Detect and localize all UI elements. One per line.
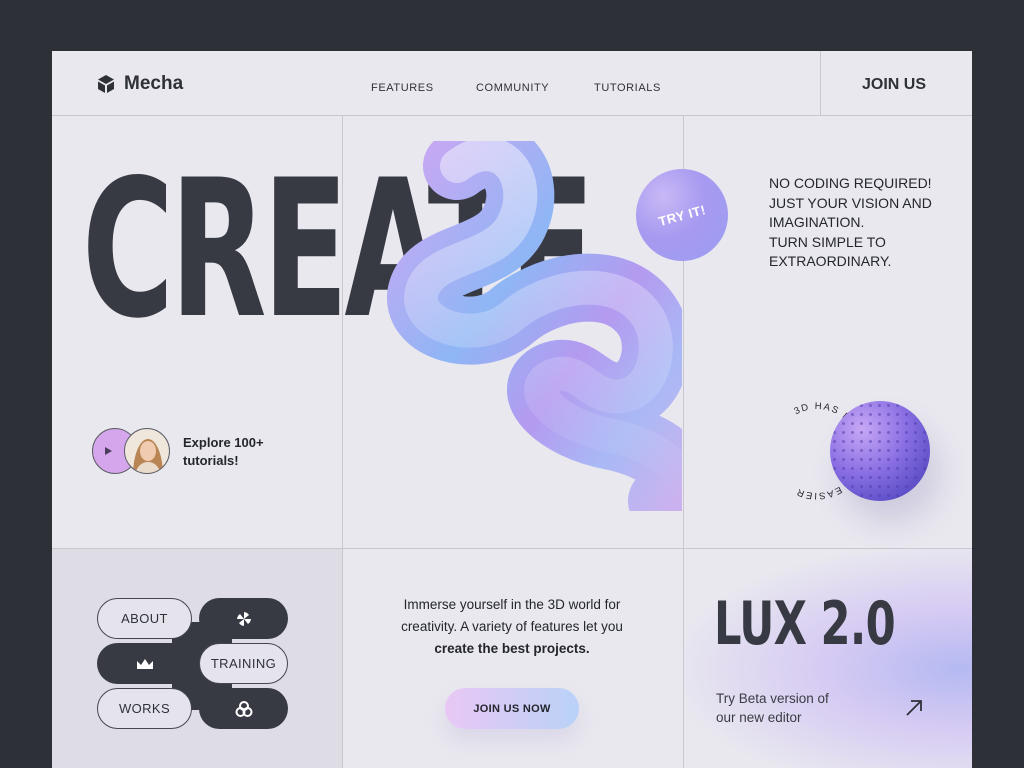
tagline-line: JUST YOUR VISION AND xyxy=(769,194,932,211)
avatar xyxy=(124,428,170,474)
promo-line: Immerse yourself in the 3D world for xyxy=(403,597,621,612)
pinwheel-icon xyxy=(236,611,251,626)
3d-blob-illustration xyxy=(387,141,682,511)
lux-title: LUX 2.0 xyxy=(714,589,896,659)
promo-bold: create the best projects. xyxy=(434,641,590,656)
knot-icon xyxy=(235,700,252,717)
explore-tutorials-link[interactable]: Explore 100+ tutorials! xyxy=(183,434,264,470)
menu-icon-pill[interactable] xyxy=(97,643,192,684)
explore-line: tutorials! xyxy=(183,453,239,468)
promo-line: creativity. A variety of features let yo… xyxy=(401,619,623,634)
hero-tagline: NO CODING REQUIRED! JUST YOUR VISION AND… xyxy=(769,174,949,272)
tagline-line: IMAGINATION. xyxy=(769,214,865,230)
works-label: WORKS xyxy=(118,701,171,716)
join-us-now-button[interactable]: JOIN US NOW xyxy=(445,688,579,729)
explore-line: Explore 100+ xyxy=(183,435,264,450)
lux-line: Try Beta version of xyxy=(716,691,829,706)
arrow-up-right-icon[interactable] xyxy=(904,698,924,718)
try-it-badge[interactable]: TRY IT! xyxy=(636,169,728,261)
cube-icon xyxy=(98,75,114,93)
training-button[interactable]: TRAINING xyxy=(199,643,288,684)
join-us-link[interactable]: JOIN US xyxy=(862,76,926,94)
works-button[interactable]: WORKS xyxy=(97,688,192,729)
promo-line: create the best projects. xyxy=(372,638,652,660)
lux-line: our new editor xyxy=(716,710,802,725)
play-icon xyxy=(105,447,112,455)
join-divider xyxy=(820,51,821,115)
menu-icon-pill[interactable] xyxy=(199,688,288,729)
landing-page: Mecha FEATURES COMMUNITY TUTORIALS JOIN … xyxy=(52,51,972,768)
nav-community[interactable]: COMMUNITY xyxy=(476,82,549,94)
brand-logo[interactable]: Mecha xyxy=(96,73,183,95)
header-divider xyxy=(52,115,972,116)
nav-tutorials[interactable]: TUTORIALS xyxy=(594,82,661,94)
try-it-label: TRY IT! xyxy=(656,201,708,229)
lux-description: Try Beta version of our new editor xyxy=(716,689,829,727)
about-label: ABOUT xyxy=(121,611,168,626)
nav-features[interactable]: FEATURES xyxy=(371,82,434,94)
tagline-line: NO CODING REQUIRED! xyxy=(769,175,932,191)
brand-name: Mecha xyxy=(124,73,184,94)
training-label: TRAINING xyxy=(210,656,277,671)
crown-icon xyxy=(136,658,153,669)
tagline-line: EXTRAORDINARY. xyxy=(769,253,892,269)
menu-icon-pill[interactable] xyxy=(199,598,288,639)
tagline-line: TURN SIMPLE TO xyxy=(769,233,886,250)
promo-text: Immerse yourself in the 3D world for cre… xyxy=(372,594,652,660)
3d-sphere-illustration xyxy=(830,401,930,501)
about-button[interactable]: ABOUT xyxy=(97,598,192,639)
